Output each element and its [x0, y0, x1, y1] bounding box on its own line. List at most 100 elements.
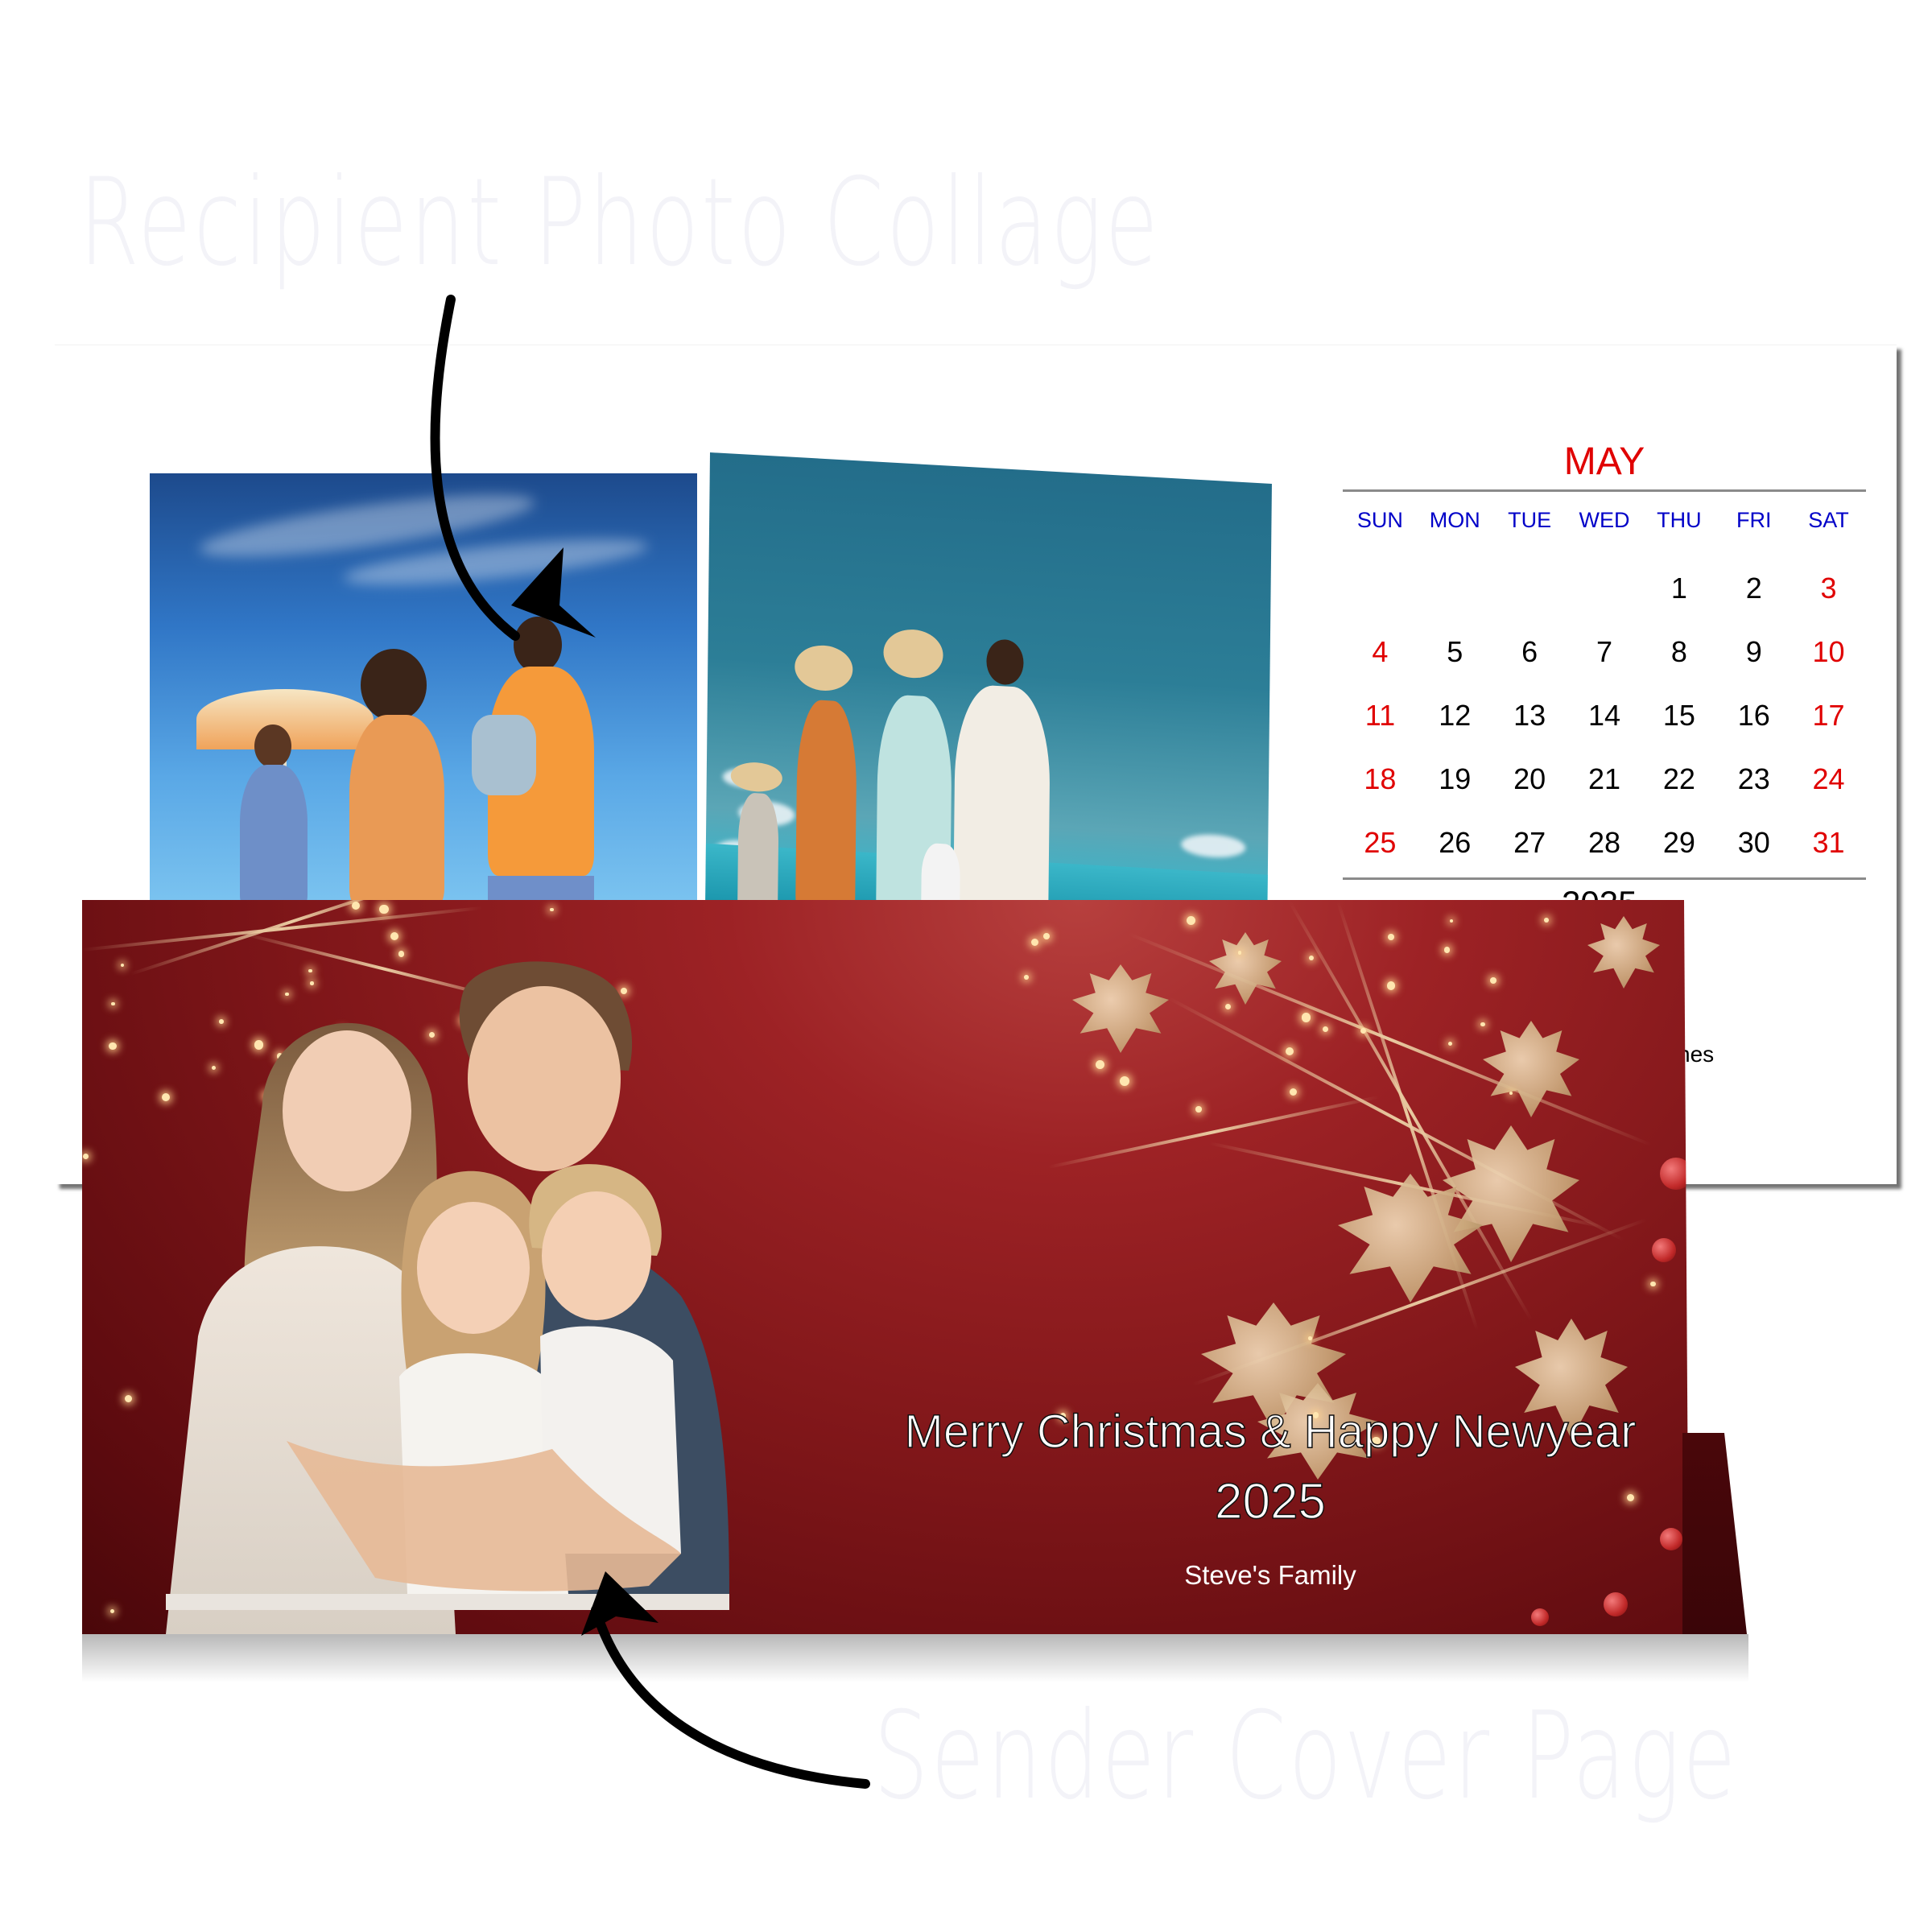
mother-figure: [349, 715, 444, 908]
divider: [1343, 489, 1866, 492]
sparkle: [1322, 1026, 1328, 1032]
sparkle: [1386, 981, 1396, 991]
father-face: [468, 986, 621, 1171]
sparkle: [351, 902, 360, 910]
family-portrait-figures: [166, 961, 729, 1634]
sparkle: [1031, 938, 1039, 947]
sun-hat: [883, 628, 943, 680]
holly-berry: [1604, 1592, 1628, 1616]
cover-fold: [1682, 1433, 1747, 1634]
sparkle: [1509, 1091, 1513, 1095]
child-figure: [240, 765, 308, 908]
holly-berry: [1660, 1528, 1682, 1550]
sparkle: [111, 1001, 115, 1006]
weekday-tue: TUE: [1508, 508, 1552, 532]
day-blank: [1418, 556, 1492, 620]
sparkle: [1301, 1013, 1311, 1022]
sparkle: [1286, 1046, 1294, 1056]
sparkle: [124, 1395, 133, 1403]
girl-face: [417, 1202, 530, 1334]
family-portrait: [166, 958, 850, 1634]
day-cell: 31: [1812, 826, 1845, 859]
day-cell: 9: [1745, 635, 1762, 668]
cloud: [1181, 832, 1246, 860]
day-cell: 27: [1513, 826, 1546, 859]
sparkle: [1449, 919, 1453, 923]
sparkle: [1096, 1060, 1105, 1070]
day-cell: 11: [1364, 699, 1396, 732]
weekday-sun: SUN: [1356, 508, 1403, 532]
weekday-fri: FRI: [1736, 508, 1772, 532]
sender-name: Steve's Family: [1184, 1560, 1356, 1590]
sparkle: [110, 1608, 114, 1613]
sparkle: [550, 907, 555, 912]
day-cell: 20: [1513, 762, 1546, 795]
gold-branch: [1047, 1095, 1380, 1169]
day-cell: 8: [1670, 635, 1687, 668]
sparkle: [1187, 916, 1196, 926]
sparkle: [1490, 976, 1496, 984]
holly-leaf: [1072, 964, 1169, 1053]
collage-photo-1: [150, 473, 697, 908]
holly-berry: [1660, 1158, 1689, 1190]
sparkle: [1237, 951, 1242, 955]
sparkle: [379, 904, 390, 914]
day-cell: 5: [1447, 635, 1463, 668]
day-cell: 12: [1439, 699, 1472, 732]
person-head: [514, 617, 562, 673]
child-figure: [737, 792, 779, 915]
sparkle: [1042, 932, 1050, 939]
person-head: [254, 724, 291, 768]
sparkle: [1023, 974, 1029, 980]
calendar-month: MAY SUN MON TUE WED THU FRI SAT 1 2 3 4 5 6 7 8 9 10 11 1…: [1343, 435, 1866, 880]
sparkle: [1289, 1088, 1298, 1096]
greeting-year: 2025: [1214, 1473, 1326, 1530]
cover-shadow: [82, 1634, 1748, 1682]
day-cell: 10: [1812, 635, 1845, 668]
day-grid: 1 2 3 4 5 6 7 8 9 10 11 12 13 14 15 16 17 18 19 20 21 22 23 24 2…: [1343, 556, 1866, 874]
day-cell: 24: [1812, 762, 1845, 795]
day-cell: 22: [1662, 762, 1695, 795]
day-cell: 29: [1662, 826, 1695, 859]
sparkle: [1443, 947, 1451, 953]
sparkle: [1447, 1041, 1453, 1046]
day-cell: 3: [1820, 572, 1837, 605]
person-head: [361, 649, 427, 721]
sparkle: [1387, 934, 1394, 941]
weekday-thu: THU: [1657, 508, 1702, 532]
sparkle: [82, 1154, 89, 1160]
sun-hat: [730, 761, 782, 794]
sparkle: [1195, 1106, 1202, 1113]
person-head: [986, 638, 1024, 686]
day-blank: [1567, 556, 1642, 620]
holly-berry: [1652, 1238, 1676, 1262]
weekday-sat: SAT: [1808, 508, 1849, 532]
day-cell: 25: [1364, 826, 1397, 859]
weekday-wed: WED: [1579, 508, 1630, 532]
holly-berry: [1531, 1608, 1549, 1626]
day-cell: 28: [1587, 826, 1621, 859]
day-cell: 30: [1737, 826, 1770, 859]
sparkle: [120, 964, 125, 968]
day-cell: 19: [1439, 762, 1472, 795]
sparkle: [1224, 1003, 1232, 1010]
sparkle: [390, 931, 399, 941]
weekday-header: SUN MON TUE WED THU FRI SAT: [1343, 508, 1866, 550]
day-cell: 14: [1587, 699, 1621, 732]
mother-face: [283, 1030, 411, 1191]
holly-leaf: [1209, 932, 1282, 1005]
sender-cover-page-label: Sender Cover Page: [873, 1686, 1739, 1827]
baby-figure: [472, 715, 536, 795]
recipient-photo-collage-label: Recipient Photo Collage: [79, 153, 1161, 293]
collage-photo-2: [705, 452, 1272, 939]
divider: [1343, 877, 1866, 880]
greeting-title: Merry Christmas & Happy Newyear: [904, 1405, 1637, 1459]
sparkle: [1650, 1281, 1656, 1287]
day-cell: 17: [1812, 699, 1845, 732]
day-cell: 7: [1596, 635, 1612, 668]
portrait-base: [166, 1594, 729, 1610]
day-cell: 15: [1662, 699, 1695, 732]
day-cell: 26: [1439, 826, 1472, 859]
day-cell: 23: [1737, 762, 1770, 795]
man-figure: [953, 683, 1051, 931]
